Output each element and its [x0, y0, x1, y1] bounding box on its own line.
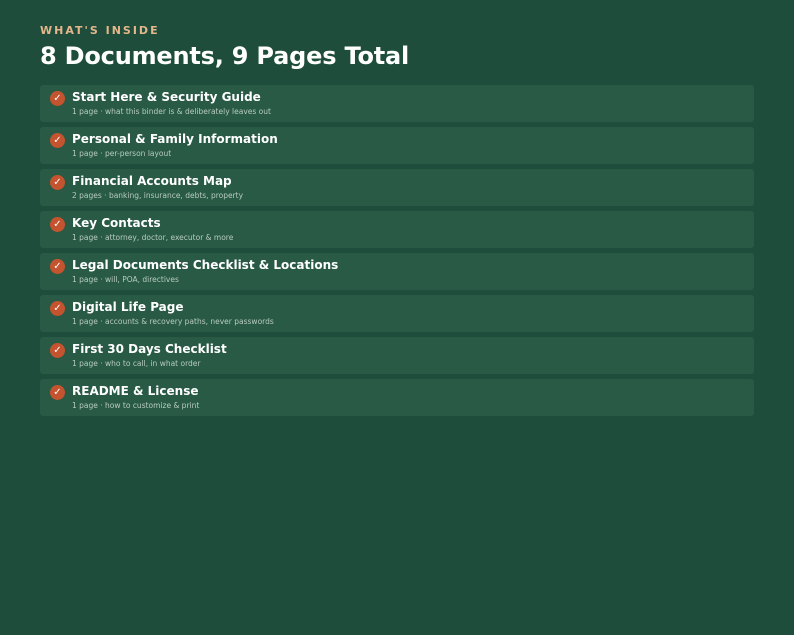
- item-title: Start Here & Security Guide: [72, 90, 261, 104]
- item-title: README & License: [72, 384, 199, 398]
- item-subtitle: 1 page · how to customize & print: [72, 401, 200, 410]
- item-subtitle: 2 pages · banking, insurance, debts, pro…: [72, 191, 244, 200]
- item-title: Financial Accounts Map: [72, 174, 232, 188]
- item-subtitle: 1 page · per-person layout: [72, 149, 172, 158]
- list-item: ✓ Legal Documents Checklist & Locations …: [40, 253, 754, 290]
- check-icon: ✓: [50, 175, 65, 190]
- item-subtitle: 1 page · who to call, in what order: [72, 359, 201, 368]
- check-icon: ✓: [50, 217, 65, 232]
- item-subtitle: 1 page · attorney, doctor, executor & mo…: [72, 233, 234, 242]
- check-icon: ✓: [50, 133, 65, 148]
- list-item: ✓ README & License 1 page · how to custo…: [40, 379, 754, 416]
- item-subtitle: 1 page · accounts & recovery paths, neve…: [72, 317, 274, 326]
- item-title: Digital Life Page: [72, 300, 184, 314]
- list-item: ✓ Start Here & Security Guide 1 page · w…: [40, 85, 754, 122]
- list-item: ✓ First 30 Days Checklist 1 page · who t…: [40, 337, 754, 374]
- list-item: ✓ Digital Life Page 1 page · accounts & …: [40, 295, 754, 332]
- check-icon: ✓: [50, 301, 65, 316]
- list-item: ✓ Key Contacts 1 page · attorney, doctor…: [40, 211, 754, 248]
- check-icon: ✓: [50, 91, 65, 106]
- item-title: Legal Documents Checklist & Locations: [72, 258, 339, 272]
- item-title: Personal & Family Information: [72, 132, 278, 146]
- page-title: 8 Documents, 9 Pages Total: [40, 42, 410, 70]
- check-icon: ✓: [50, 343, 65, 358]
- check-icon: ✓: [50, 259, 65, 274]
- item-subtitle: 1 page · what this binder is & deliberat…: [72, 107, 271, 116]
- item-title: Key Contacts: [72, 216, 161, 230]
- item-title: First 30 Days Checklist: [72, 342, 227, 356]
- list-item: ✓ Financial Accounts Map 2 pages · banki…: [40, 169, 754, 206]
- item-subtitle: 1 page · will, POA, directives: [72, 275, 179, 284]
- document-list: ✓ Start Here & Security Guide 1 page · w…: [40, 85, 754, 421]
- section-eyebrow: WHAT'S INSIDE: [40, 24, 160, 37]
- list-item: ✓ Personal & Family Information 1 page ·…: [40, 127, 754, 164]
- check-icon: ✓: [50, 385, 65, 400]
